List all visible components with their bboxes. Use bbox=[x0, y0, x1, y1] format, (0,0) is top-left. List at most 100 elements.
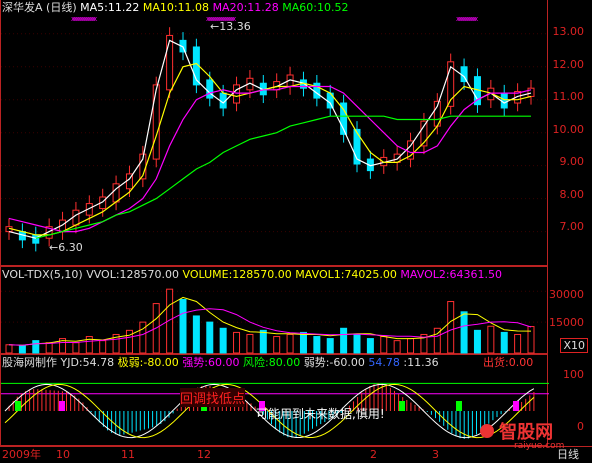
volume-bar bbox=[99, 340, 107, 354]
vol-tick-15000: 15000 bbox=[549, 316, 584, 329]
ma60-label: MA60:10.52 bbox=[282, 1, 349, 14]
volume-bar bbox=[326, 338, 334, 354]
mavol2-label: MAVOL2:64361.50 bbox=[400, 268, 503, 281]
time-m2: 2 bbox=[370, 448, 377, 461]
high-annotation: ←13.36 bbox=[210, 21, 251, 33]
volume-bar bbox=[286, 333, 294, 354]
time-m11: 11 bbox=[121, 448, 135, 461]
high-value: 13.36 bbox=[219, 20, 251, 33]
brand-url: raiyue.com bbox=[514, 441, 565, 451]
volume-bar bbox=[18, 345, 26, 354]
vol-indicator-name: VOL-TDX(5,10) bbox=[2, 268, 83, 281]
candle-body bbox=[527, 87, 535, 97]
signal-marker bbox=[399, 401, 405, 411]
ma20-label: MA20:11.28 bbox=[212, 1, 279, 14]
volume-bar bbox=[273, 336, 281, 354]
brand-watermark: 智股网 raiyue.com bbox=[480, 418, 564, 451]
high-arrow-icon: ← bbox=[210, 20, 220, 33]
vvol-label: VVOL:128570.00 bbox=[86, 268, 180, 281]
candle-body bbox=[233, 84, 241, 104]
price-tick: 9.00 bbox=[559, 155, 585, 168]
candle-body bbox=[152, 84, 160, 160]
volume-bar bbox=[206, 321, 214, 354]
chuhuo-label: 出货:0.00 bbox=[483, 356, 534, 369]
volume-bar bbox=[407, 338, 415, 354]
price-tick: 8.00 bbox=[559, 188, 585, 201]
ruoshi-label: 弱势:-60.00 bbox=[303, 356, 365, 369]
qiangshi-label: 强势:60.00 bbox=[182, 356, 240, 369]
volume-bar bbox=[393, 340, 401, 354]
volume-bar bbox=[72, 342, 80, 354]
volume-bar bbox=[473, 329, 481, 354]
signal-marker bbox=[513, 401, 519, 411]
time-year: 2009年 bbox=[2, 448, 41, 461]
price-chart: xxxxxxxxxxxx xxxxxxxxxxxxxx xxxxxxxxxx bbox=[1, 15, 549, 252]
volume-bar bbox=[527, 326, 535, 354]
brand-logo-icon bbox=[480, 424, 494, 438]
time-m3: 3 bbox=[432, 448, 439, 461]
volume-bar bbox=[5, 344, 13, 354]
event-marker: x bbox=[474, 15, 478, 23]
low-arrow-icon: ← bbox=[49, 241, 59, 254]
time-m10: 10 bbox=[56, 448, 70, 461]
volume-bar bbox=[460, 311, 468, 354]
candle-body bbox=[166, 34, 174, 91]
ma-line-ma60 bbox=[35, 115, 531, 239]
signal-marker bbox=[15, 401, 21, 411]
price-tick: 11.00 bbox=[552, 90, 585, 103]
candle-body bbox=[72, 209, 80, 226]
price-panel[interactable]: xxxxxxxxxxxxxxxxxxxxxxxxxxxxxxxxxxxx bbox=[0, 0, 549, 266]
overlay-text: 可能用到未来数据,慎用! bbox=[256, 407, 385, 421]
candle-body bbox=[32, 234, 40, 244]
price-tick: 13.00 bbox=[552, 25, 585, 38]
fengxian-label: 风险:80.00 bbox=[243, 356, 301, 369]
volume-bar bbox=[219, 327, 227, 354]
ind-tick-100: 100 bbox=[563, 368, 584, 381]
volume-bar bbox=[179, 298, 187, 354]
vol-tick-30000: 30000 bbox=[549, 288, 584, 301]
candle-body bbox=[500, 92, 508, 109]
signal-marker bbox=[456, 401, 462, 411]
low-value: 6.30 bbox=[58, 241, 83, 254]
volume-bar bbox=[192, 315, 200, 354]
mavol1-label: MAVOL1:74025.00 bbox=[295, 268, 397, 281]
stock-name: 深华发A bbox=[2, 1, 43, 14]
yjd-value-b: :11.36 bbox=[403, 356, 439, 369]
indicator-header: 股海网制作 YJD:54.78 极弱:-80.00 强势:60.00 风险:80… bbox=[2, 357, 439, 369]
indicator-name: 股海网制作 bbox=[2, 356, 57, 369]
volume-bar bbox=[487, 325, 495, 354]
volume-bar bbox=[514, 333, 522, 354]
ma10-label: MA10:11.08 bbox=[142, 1, 210, 14]
yjd-label: YJD:54.78 bbox=[60, 356, 115, 369]
volume-bar bbox=[500, 331, 508, 354]
price-axis: 13.00 12.00 11.00 10.00 9.00 8.00 7.00 bbox=[548, 0, 592, 266]
volume-bar bbox=[259, 329, 267, 354]
volume-bar bbox=[353, 333, 361, 354]
price-tick: 10.00 bbox=[552, 123, 585, 136]
volume-bar bbox=[340, 327, 348, 354]
signal-marker bbox=[59, 401, 65, 411]
volume-bar bbox=[447, 301, 455, 354]
jiruo-label: 极弱:-80.00 bbox=[117, 356, 179, 369]
yjd-value-a: 54.78 bbox=[368, 356, 400, 369]
vol-unit-badge: X10 bbox=[560, 338, 588, 353]
period-label: (日线) bbox=[46, 1, 77, 14]
callout-text: 回调找低点 bbox=[180, 388, 246, 407]
volume-bar bbox=[32, 340, 40, 354]
event-marker: x bbox=[93, 15, 97, 23]
volume-bar bbox=[233, 331, 241, 354]
price-header: 深华发A (日线) MA5:11.22 MA10:11.08 MA20:11.2… bbox=[2, 2, 349, 14]
volume-bar bbox=[299, 331, 307, 354]
volume-axis: 30000 15000 X10 bbox=[548, 266, 592, 354]
ind-tick-0: 0 bbox=[577, 420, 584, 433]
volume-label: VOLUME:128570.00 bbox=[182, 268, 292, 281]
volume-bar bbox=[366, 338, 374, 354]
volume-header: VOL-TDX(5,10) VVOL:128570.00 VOLUME:1285… bbox=[2, 269, 502, 281]
brand-name: 智股网 bbox=[499, 422, 554, 443]
price-tick: 12.00 bbox=[552, 58, 585, 71]
volume-bar bbox=[313, 336, 321, 354]
volume-bar bbox=[45, 342, 53, 354]
ma5-label: MA5:11.22 bbox=[80, 1, 140, 14]
volume-bar bbox=[246, 333, 254, 354]
low-annotation: ←6.30 bbox=[49, 242, 83, 254]
